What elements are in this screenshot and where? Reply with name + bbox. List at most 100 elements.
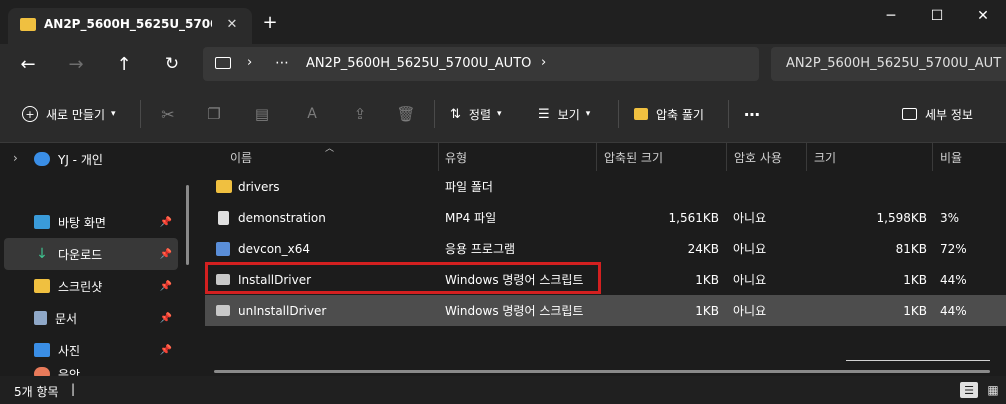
pin-icon[interactable]: 📌	[160, 345, 172, 356]
new-tab-button[interactable]: +	[258, 10, 282, 34]
file-name: drivers	[238, 179, 280, 194]
sidebar-item-music[interactable]: 음악	[4, 365, 178, 376]
column-header-size[interactable]: 크기	[814, 143, 914, 171]
sidebar-item-label: 문서	[55, 311, 78, 326]
horizontal-scrollbar[interactable]	[214, 370, 990, 373]
details-button[interactable]: 세부 정보	[902, 86, 992, 142]
file-row-selected[interactable]: unInstallDriver Windows 명령어 스크립트 1KB 아니요…	[205, 295, 1006, 326]
file-row[interactable]: devcon_x64 응용 프로그램 24KB 아니요 81KB 72%	[205, 233, 1006, 264]
chevron-down-icon: ▾	[111, 109, 116, 119]
file-row[interactable]: drivers 파일 폴더	[205, 171, 1006, 202]
scrollbar-track-end	[846, 360, 990, 361]
file-ratio: 44%	[940, 303, 967, 318]
column-divider[interactable]	[932, 143, 933, 171]
tiles-view-icon[interactable]: ▦	[984, 382, 1002, 398]
maximize-button[interactable]: ☐	[914, 0, 960, 32]
title-bar: AN2P_5600H_5625U_5700U_ ✕ + ─ ☐ ✕	[0, 0, 1006, 44]
address-bar[interactable]: › ⋯ AN2P_5600H_5625U_5700U_AUTO ›	[203, 47, 759, 81]
chevron-right-icon: ›	[13, 151, 18, 165]
document-icon	[34, 311, 47, 325]
pin-icon[interactable]: 📌	[160, 313, 172, 324]
column-divider[interactable]	[806, 143, 807, 171]
search-input[interactable]: AN2P_5600H_5625U_5700U_AUT	[786, 56, 1001, 71]
file-row[interactable]: demonstration MP4 파일 1,561KB 아니요 1,598KB…	[205, 202, 1006, 233]
breadcrumb-chevron-icon[interactable]: ›	[541, 55, 546, 70]
sidebar-item-downloads[interactable]: ↓ 다운로드 📌	[4, 238, 178, 270]
sidebar-item-onedrive[interactable]: › YJ - 개인	[4, 143, 178, 175]
tab-active[interactable]: AN2P_5600H_5625U_5700U_ ✕	[8, 8, 252, 44]
sidebar-item-documents[interactable]: 문서 📌	[4, 302, 178, 334]
up-button[interactable]: ↑	[108, 48, 140, 80]
sidebar-item-label: 사진	[58, 343, 81, 358]
view-button-label: 보기	[557, 107, 580, 122]
sidebar-item-desktop[interactable]: 바탕 화면 📌	[4, 206, 178, 238]
extract-icon	[634, 108, 648, 120]
download-icon: ↓	[36, 246, 48, 262]
sidebar-item-label: 음악	[58, 368, 81, 376]
file-type: 응용 프로그램	[445, 242, 516, 256]
file-password: 아니요	[733, 211, 767, 225]
close-window-button[interactable]: ✕	[960, 0, 1006, 32]
new-button[interactable]: + 새로 만들기 ▾	[22, 86, 132, 142]
add-icon: +	[22, 106, 38, 122]
file-ratio: 44%	[940, 272, 967, 287]
sort-button[interactable]: ⇅ 정렬 ▾	[450, 86, 520, 142]
sidebar-item-screenshots[interactable]: 스크린샷 📌	[4, 270, 178, 302]
pin-icon[interactable]: 📌	[160, 217, 172, 228]
chevron-down-icon: ▾	[585, 109, 591, 119]
sidebar-item-label: 바탕 화면	[58, 215, 106, 230]
sidebar-item-pictures[interactable]: 사진 📌	[4, 334, 178, 366]
column-header-type[interactable]: 유형	[445, 143, 585, 171]
more-options-button[interactable]: ⋯	[744, 86, 768, 142]
pin-icon[interactable]: 📌	[160, 281, 172, 292]
breadcrumb-chevron-icon[interactable]: ›	[247, 55, 252, 70]
breadcrumb-current[interactable]: AN2P_5600H_5625U_5700U_AUTO	[306, 56, 531, 71]
file-size: 1KB	[903, 272, 927, 287]
navigation-bar: ← → ↑ ↻ › ⋯ AN2P_5600H_5625U_5700U_AUTO …	[0, 44, 1006, 86]
sidebar-scrollbar[interactable]	[186, 185, 189, 265]
file-name: unInstallDriver	[238, 303, 327, 318]
column-header-packed-size[interactable]: 압축된 크기	[604, 143, 714, 171]
sidebar-item-label: YJ - 개인	[58, 152, 103, 167]
chevron-down-icon: ▾	[497, 109, 502, 119]
file-password: 아니요	[733, 242, 767, 256]
rename-icon[interactable]: A	[298, 100, 326, 128]
extract-all-button[interactable]: 압축 풀기	[634, 86, 724, 142]
share-icon[interactable]: ⇪	[346, 100, 374, 128]
file-packed-size: 1KB	[695, 303, 719, 318]
cloud-icon	[34, 152, 50, 166]
back-button[interactable]: ←	[12, 48, 44, 80]
toolbar-divider	[434, 100, 435, 128]
toolbar-divider	[140, 100, 141, 128]
script-icon	[216, 305, 230, 316]
view-button[interactable]: ☰ 보기 ▾	[538, 86, 608, 142]
tab-close-icon[interactable]: ✕	[222, 14, 242, 34]
pc-icon	[215, 57, 231, 69]
sort-button-label: 정렬	[468, 107, 491, 122]
column-header-name[interactable]: 이름	[230, 143, 430, 171]
file-password: 아니요	[733, 273, 767, 287]
sidebar-item-label: 스크린샷	[58, 279, 103, 294]
search-box[interactable]: AN2P_5600H_5625U_5700U_AUT	[771, 47, 1006, 81]
copy-icon[interactable]: ❐	[200, 100, 228, 128]
delete-icon[interactable]: 🗑	[392, 100, 420, 128]
forward-button[interactable]: →	[60, 48, 92, 80]
column-header-ratio[interactable]: 비율	[940, 143, 1000, 171]
column-header-password[interactable]: 암호 사용	[734, 143, 804, 171]
command-bar: + 새로 만들기 ▾ ✂ ❐ ▤ A ⇪ 🗑 ⇅ 정렬 ▾ ☰ 보기 ▾ 압축 …	[0, 86, 1006, 143]
file-ratio: 3%	[940, 210, 960, 225]
column-divider[interactable]	[596, 143, 597, 171]
pin-icon[interactable]: 📌	[160, 249, 172, 260]
column-divider[interactable]	[726, 143, 727, 171]
details-view-icon[interactable]: ☰	[960, 382, 978, 398]
breadcrumb-more[interactable]: ⋯	[275, 55, 289, 71]
cut-icon[interactable]: ✂	[154, 100, 182, 128]
minimize-button[interactable]: ─	[868, 0, 914, 32]
refresh-button[interactable]: ↻	[156, 48, 188, 80]
file-ratio: 72%	[940, 241, 967, 256]
file-size: 1KB	[903, 303, 927, 318]
column-divider[interactable]	[438, 143, 439, 171]
paste-icon[interactable]: ▤	[248, 100, 276, 128]
folder-icon	[216, 180, 232, 193]
details-button-label: 세부 정보	[925, 107, 973, 122]
